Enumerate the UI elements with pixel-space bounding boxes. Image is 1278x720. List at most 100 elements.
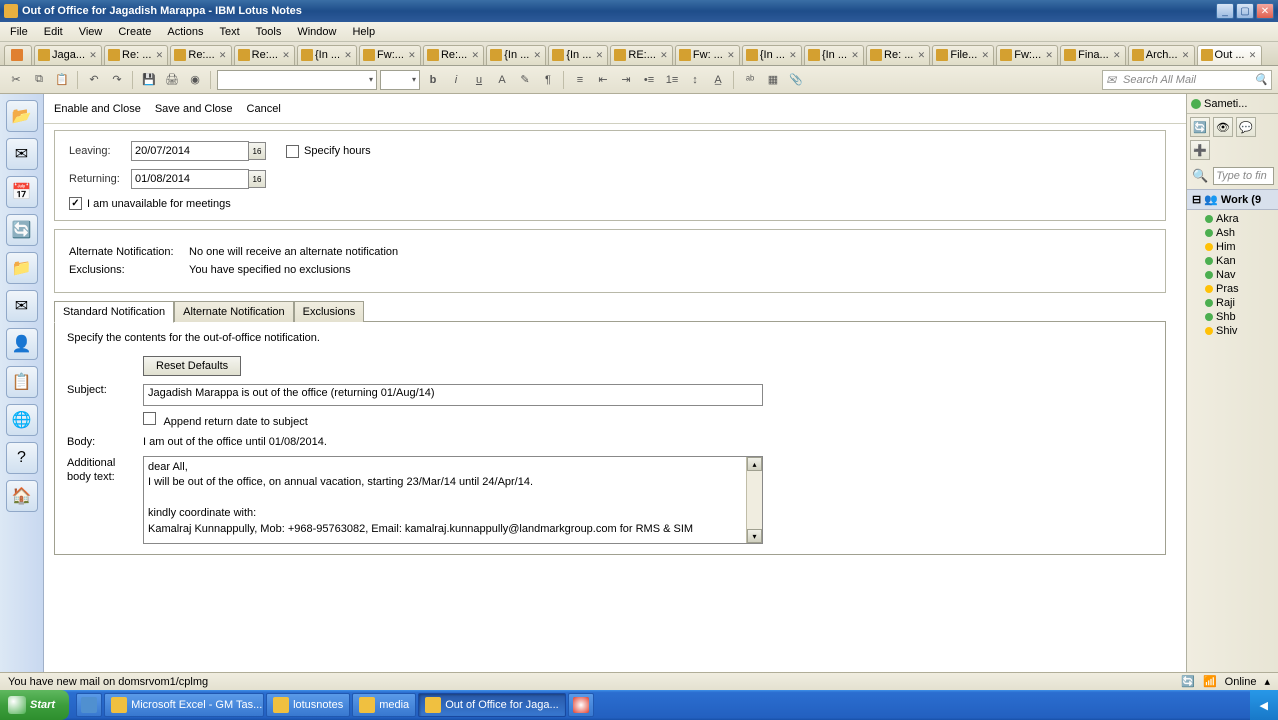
tab-close-icon[interactable]: ✕ bbox=[659, 50, 669, 60]
contact-item[interactable]: Kan bbox=[1187, 254, 1278, 268]
taskbar-task[interactable]: Out of Office for Jaga... bbox=[418, 693, 566, 717]
doc-tab[interactable]: {In ...✕ bbox=[804, 45, 864, 65]
menu-text[interactable]: Text bbox=[211, 24, 247, 40]
doc-tab[interactable]: {In ...✕ bbox=[486, 45, 546, 65]
italic-icon[interactable]: i bbox=[446, 70, 466, 90]
tab-close-icon[interactable]: ✕ bbox=[1181, 50, 1191, 60]
status-dropdown-icon[interactable]: ▴ bbox=[1264, 675, 1270, 688]
contact-item[interactable]: Raji bbox=[1187, 296, 1278, 310]
tab-close-icon[interactable]: ✕ bbox=[788, 50, 798, 60]
specify-hours-checkbox[interactable] bbox=[286, 145, 299, 158]
attach-icon[interactable]: 📎 bbox=[786, 70, 806, 90]
append-date-checkbox[interactable] bbox=[143, 412, 156, 425]
chat-side-icon[interactable]: 💬 bbox=[1236, 117, 1256, 137]
returning-calendar-icon[interactable]: 16 bbox=[248, 170, 266, 188]
enable-and-close-button[interactable]: Enable and Close bbox=[54, 103, 141, 115]
menu-help[interactable]: Help bbox=[344, 24, 383, 40]
indent-right-icon[interactable]: ⇥ bbox=[616, 70, 636, 90]
work-group-header[interactable]: ⊟ 👥 Work (9 bbox=[1187, 189, 1278, 210]
drafts-icon[interactable]: 📁 bbox=[6, 252, 38, 284]
todo-icon[interactable]: 📋 bbox=[6, 366, 38, 398]
mail-app-icon[interactable]: ✉ bbox=[6, 138, 38, 170]
doc-tab[interactable]: Re:...✕ bbox=[423, 45, 484, 65]
tab-alternate[interactable]: Alternate Notification bbox=[174, 301, 294, 322]
underline-icon[interactable]: u bbox=[469, 70, 489, 90]
start-button[interactable]: Start bbox=[0, 690, 69, 720]
doc-tab[interactable]: {In ...✕ bbox=[548, 45, 608, 65]
contact-item[interactable]: Shb bbox=[1187, 310, 1278, 324]
contacts-icon[interactable]: 👤 bbox=[6, 328, 38, 360]
taskbar-task[interactable]: Microsoft Excel - GM Tas... bbox=[104, 693, 264, 717]
font-combo[interactable]: ▾ bbox=[217, 70, 377, 90]
tab-close-icon[interactable]: ✕ bbox=[726, 50, 736, 60]
contact-item[interactable]: Him bbox=[1187, 240, 1278, 254]
contact-item[interactable]: Nav bbox=[1187, 268, 1278, 282]
home-icon[interactable]: 🏠 bbox=[6, 480, 38, 512]
doc-tab[interactable]: Jaga...✕ bbox=[34, 45, 102, 65]
refresh-icon[interactable]: 🔄 bbox=[6, 214, 38, 246]
doc-tab[interactable]: Re: ...✕ bbox=[866, 45, 930, 65]
preview-icon[interactable]: ◉ bbox=[185, 70, 205, 90]
calendar-app-icon[interactable]: 📅 bbox=[6, 176, 38, 208]
leaving-date-input[interactable]: 20/07/2014 bbox=[131, 141, 249, 161]
menu-file[interactable]: File bbox=[2, 24, 36, 40]
maximize-button[interactable]: ▢ bbox=[1236, 3, 1254, 19]
web-icon[interactable]: 🌐 bbox=[6, 404, 38, 436]
contact-item[interactable]: Ash bbox=[1187, 226, 1278, 240]
doc-tab[interactable]: Fina...✕ bbox=[1060, 45, 1126, 65]
tab-close-icon[interactable]: ✕ bbox=[532, 50, 542, 60]
unavailable-checkbox[interactable] bbox=[69, 197, 82, 210]
quicklaunch-chrome[interactable] bbox=[568, 693, 594, 717]
menu-tools[interactable]: Tools bbox=[248, 24, 290, 40]
text-icon[interactable]: A̲ bbox=[708, 70, 728, 90]
doc-tab[interactable]: {In ...✕ bbox=[297, 45, 357, 65]
tab-close-icon[interactable]: ✕ bbox=[218, 50, 228, 60]
refresh-side-icon[interactable]: 🔄 bbox=[1190, 117, 1210, 137]
spacing-icon[interactable]: ↕ bbox=[685, 70, 705, 90]
print-icon[interactable]: 🖨 bbox=[162, 70, 182, 90]
quicklaunch-desktop[interactable] bbox=[76, 693, 102, 717]
taskbar-task[interactable]: media bbox=[352, 693, 416, 717]
tab-close-icon[interactable]: ✕ bbox=[470, 50, 480, 60]
leaving-calendar-icon[interactable]: 16 bbox=[248, 142, 266, 160]
textarea-scrollbar[interactable]: ▴ ▾ bbox=[746, 457, 762, 543]
cancel-button[interactable]: Cancel bbox=[247, 103, 281, 115]
compose-icon[interactable]: ✉ bbox=[6, 290, 38, 322]
redo-icon[interactable]: ↷ bbox=[107, 70, 127, 90]
menu-actions[interactable]: Actions bbox=[159, 24, 211, 40]
undo-icon[interactable]: ↶ bbox=[84, 70, 104, 90]
style-icon[interactable]: ¶ bbox=[538, 70, 558, 90]
menu-edit[interactable]: Edit bbox=[36, 24, 71, 40]
table-icon[interactable]: ▦ bbox=[763, 70, 783, 90]
size-combo[interactable]: ▾ bbox=[380, 70, 420, 90]
doc-tab[interactable]: RE:...✕ bbox=[610, 45, 673, 65]
cut-icon[interactable]: ✂ bbox=[6, 70, 26, 90]
tab-close-icon[interactable]: ✕ bbox=[281, 50, 291, 60]
highlight-icon[interactable]: ✎ bbox=[515, 70, 535, 90]
contact-item[interactable]: Shiv bbox=[1187, 324, 1278, 338]
tab-close-icon[interactable]: ✕ bbox=[1044, 50, 1054, 60]
list-number-icon[interactable]: 1≡ bbox=[662, 70, 682, 90]
save-and-close-button[interactable]: Save and Close bbox=[155, 103, 233, 115]
add-side-icon[interactable]: ➕ bbox=[1190, 140, 1210, 160]
copy-icon[interactable]: ⧉ bbox=[29, 70, 49, 90]
save-icon[interactable]: 💾 bbox=[139, 70, 159, 90]
doc-tab[interactable]: Fw:...✕ bbox=[359, 45, 421, 65]
view-side-icon[interactable]: 👁 bbox=[1213, 117, 1233, 137]
bold-icon[interactable]: b bbox=[423, 70, 443, 90]
tab-close-icon[interactable]: ✕ bbox=[343, 50, 353, 60]
search-mail-input[interactable]: ✉ Search All Mail 🔍 bbox=[1102, 70, 1272, 90]
doc-tab[interactable]: Arch...✕ bbox=[1128, 45, 1195, 65]
doc-tab[interactable]: Re:...✕ bbox=[170, 45, 231, 65]
doc-tab[interactable]: Fw:...✕ bbox=[996, 45, 1058, 65]
tab-close-icon[interactable]: ✕ bbox=[88, 50, 98, 60]
doc-tab[interactable]: Re:...✕ bbox=[234, 45, 295, 65]
align-icon[interactable]: ≡ bbox=[570, 70, 590, 90]
menu-create[interactable]: Create bbox=[110, 24, 159, 40]
open-button-icon[interactable]: 📂 bbox=[6, 100, 38, 132]
doc-tab[interactable]: Re: ...✕ bbox=[104, 45, 168, 65]
reset-defaults-button[interactable]: Reset Defaults bbox=[143, 356, 241, 376]
returning-date-input[interactable]: 01/08/2014 bbox=[131, 169, 249, 189]
doc-tab[interactable]: Fw: ...✕ bbox=[675, 45, 740, 65]
list-bullet-icon[interactable]: •≡ bbox=[639, 70, 659, 90]
